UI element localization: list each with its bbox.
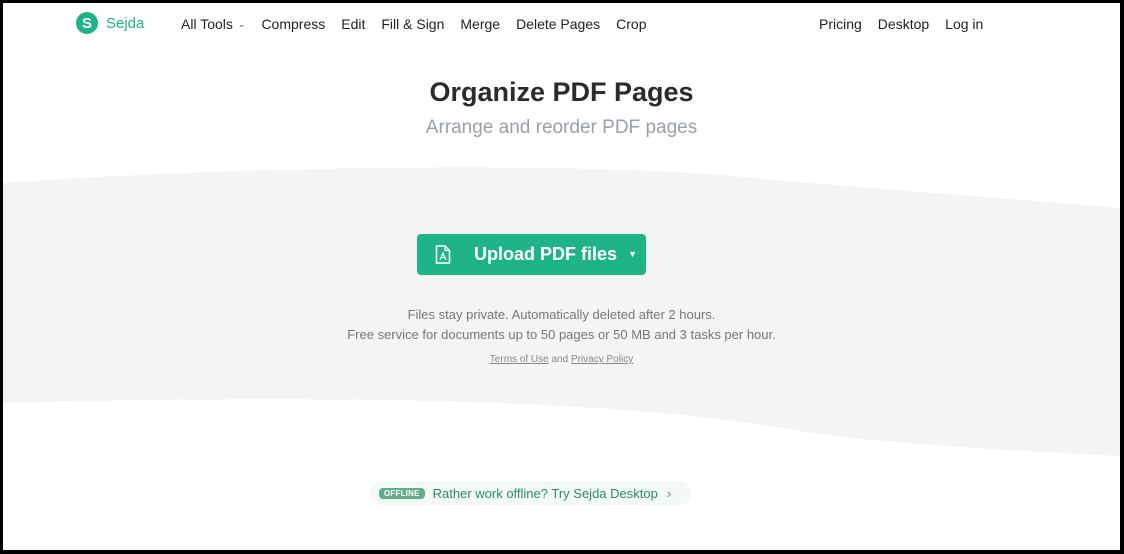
- nav-merge[interactable]: Merge: [460, 16, 500, 32]
- nav-all-tools-label: All Tools: [181, 16, 233, 32]
- offline-badge: OFFLINE: [379, 487, 425, 499]
- top-nav: S Sejda All Tools ⌄ Compress Edit Fill &…: [3, 3, 1120, 48]
- logo[interactable]: S Sejda: [76, 12, 144, 34]
- legal-links: Terms of Use and Privacy Policy: [3, 354, 1120, 365]
- nav-login[interactable]: Log in: [945, 16, 983, 32]
- chevron-right-icon: ›: [666, 485, 672, 501]
- nav-compress[interactable]: Compress: [261, 16, 325, 32]
- caret-down-icon[interactable]: ▼: [628, 249, 637, 259]
- nav-fill-sign[interactable]: Fill & Sign: [381, 16, 444, 32]
- nav-crop[interactable]: Crop: [616, 16, 646, 32]
- nav-account: Pricing Desktop Log in: [819, 16, 999, 32]
- pdf-file-icon: [435, 245, 451, 264]
- upload-pdf-button[interactable]: Upload PDF files ▼: [417, 234, 646, 275]
- privacy-policy-link[interactable]: Privacy Policy: [571, 354, 633, 365]
- terms-of-use-link[interactable]: Terms of Use: [490, 354, 549, 365]
- page: S Sejda All Tools ⌄ Compress Edit Fill &…: [3, 3, 1120, 550]
- sejda-logo-icon: S: [76, 12, 98, 34]
- nav-tools: All Tools ⌄ Compress Edit Fill & Sign Me…: [181, 16, 663, 32]
- limits-note: Free service for documents up to 50 page…: [347, 327, 776, 342]
- offline-desktop-promo[interactable]: OFFLINE Rather work offline? Try Sejda D…: [370, 481, 691, 505]
- upload-button-label: Upload PDF files: [474, 244, 618, 264]
- nav-edit[interactable]: Edit: [341, 16, 365, 32]
- page-subtitle: Arrange and reorder PDF pages: [425, 117, 698, 138]
- nav-all-tools[interactable]: All Tools ⌄: [181, 16, 245, 32]
- brand-name: Sejda: [106, 14, 145, 32]
- nav-pricing[interactable]: Pricing: [819, 16, 862, 32]
- page-title: Organize PDF Pages: [429, 77, 694, 107]
- legal-and: and: [551, 354, 569, 365]
- nav-desktop[interactable]: Desktop: [878, 16, 929, 32]
- chevron-down-icon: ⌄: [237, 18, 246, 29]
- offline-promo-text: Rather work offline? Try Sejda Desktop: [432, 485, 658, 501]
- privacy-note: Files stay private. Automatically delete…: [407, 307, 716, 322]
- nav-delete-pages[interactable]: Delete Pages: [516, 16, 600, 32]
